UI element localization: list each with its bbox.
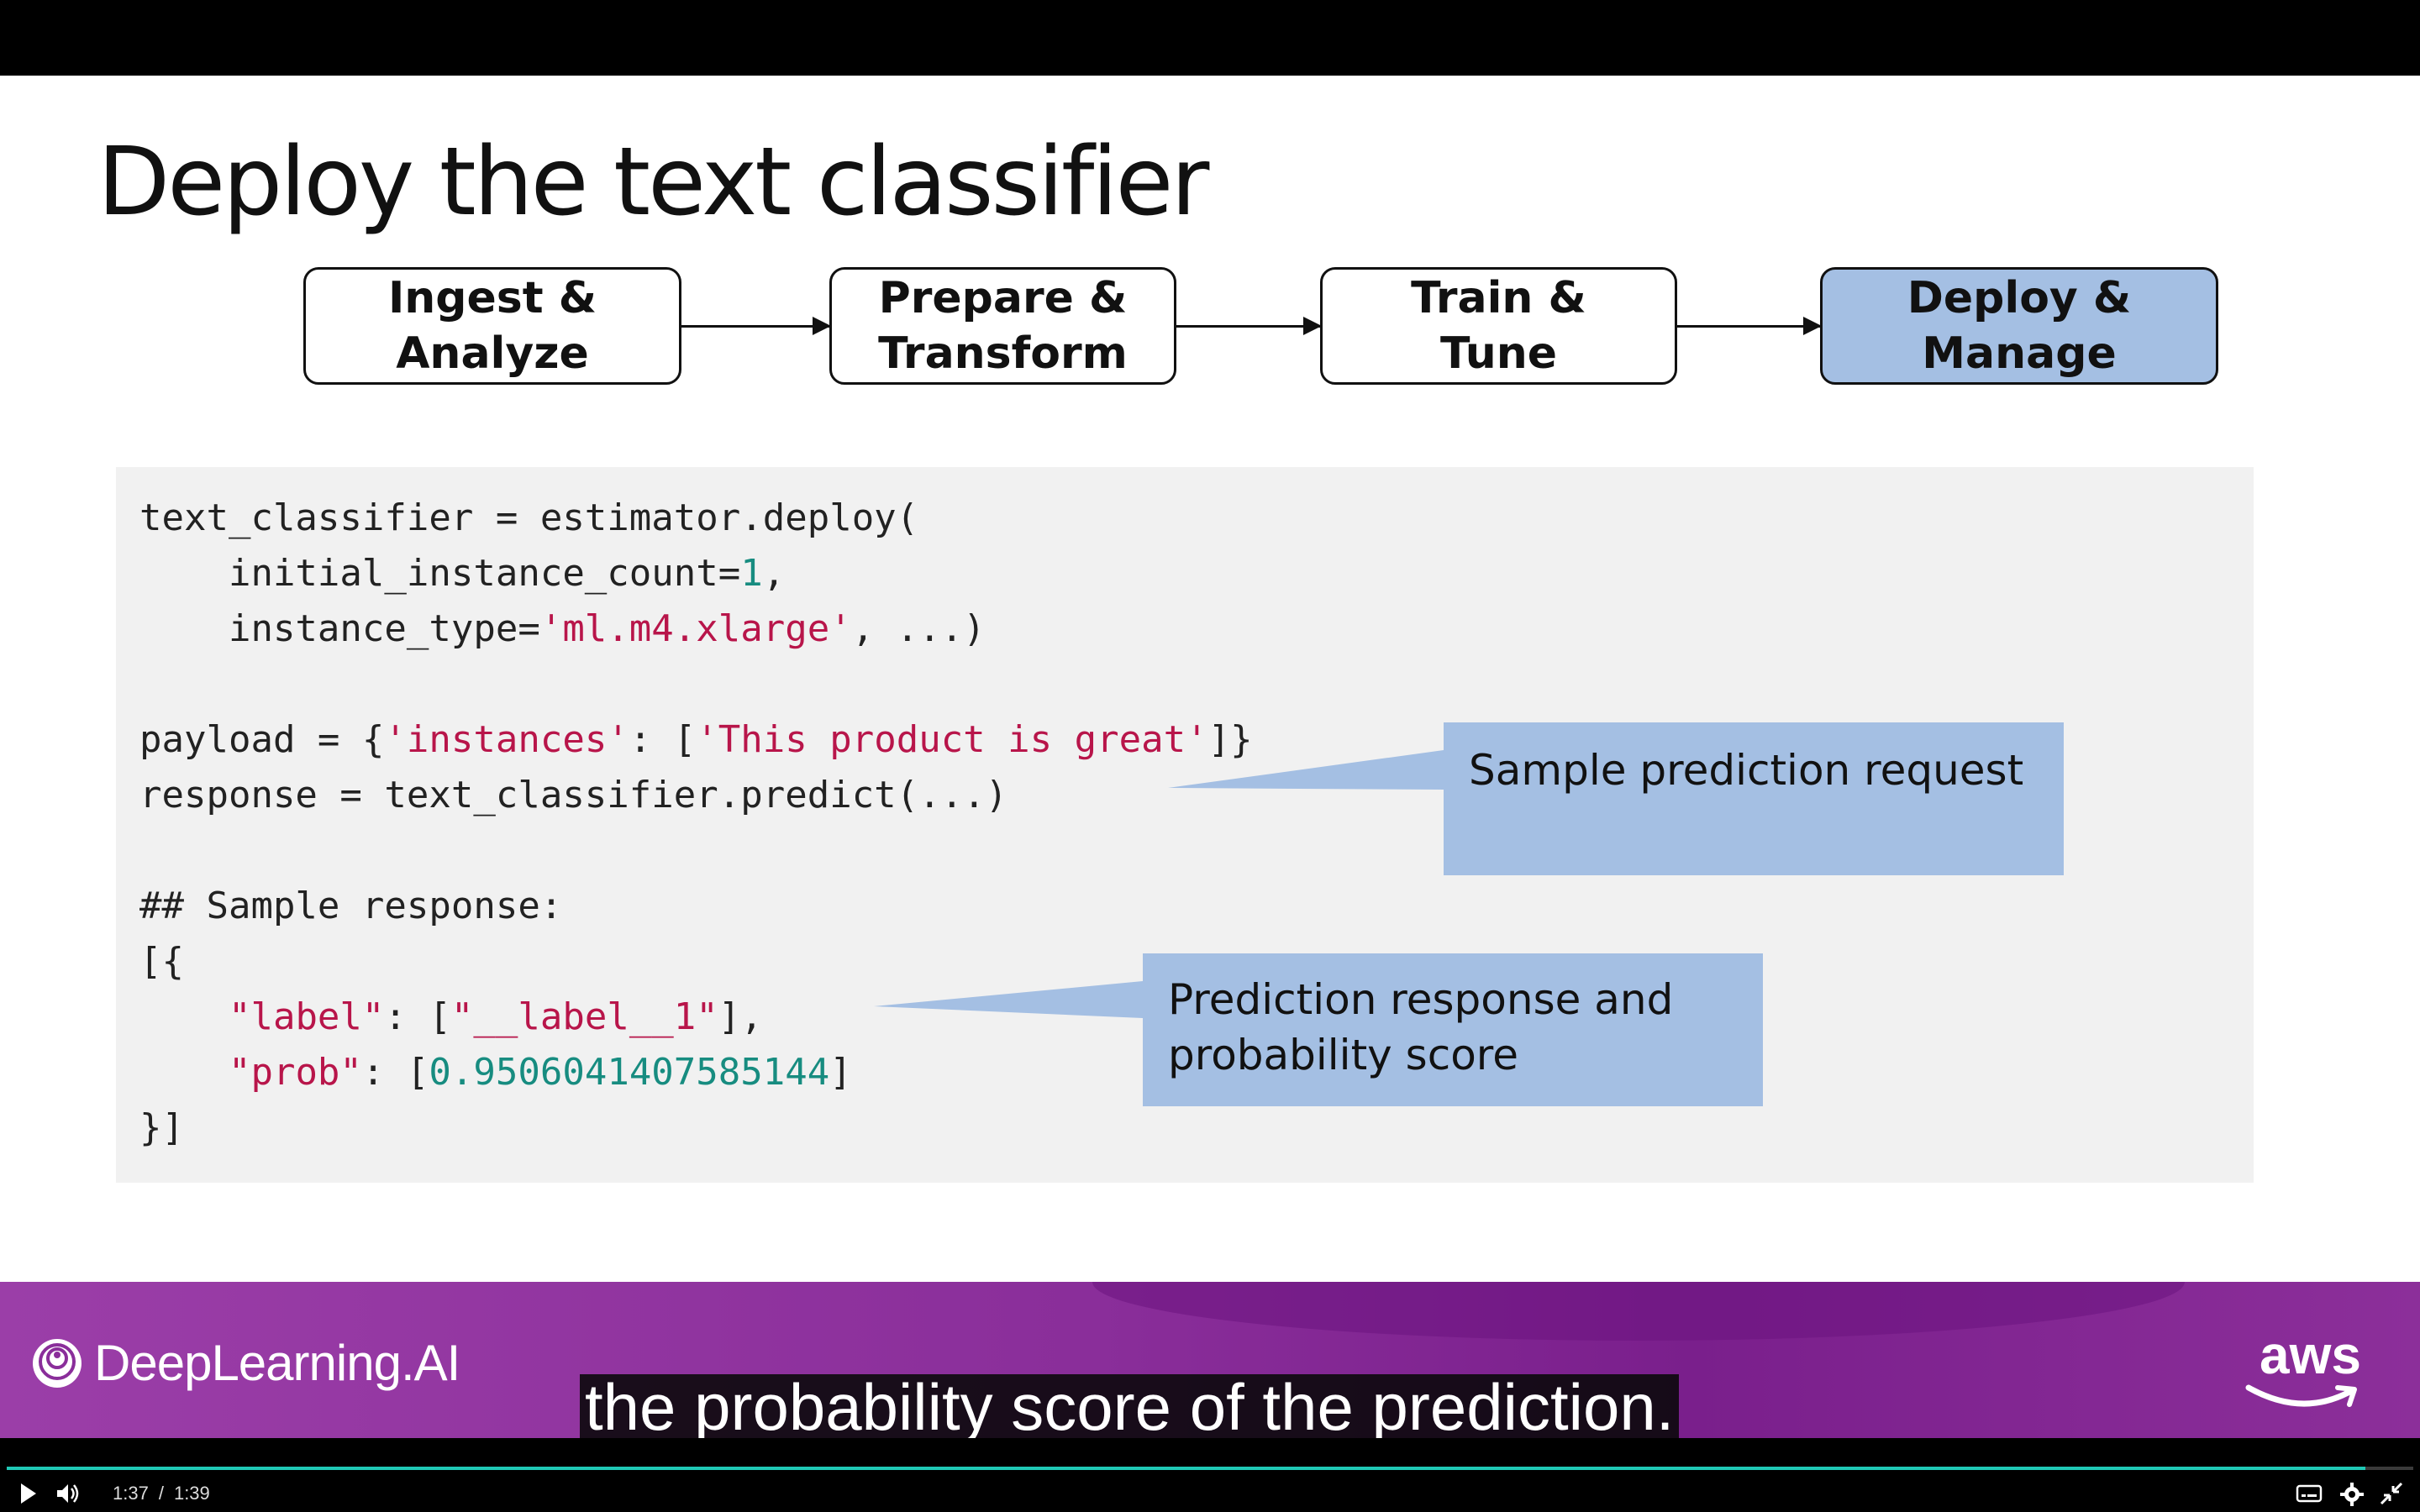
progress-fill (7, 1467, 2365, 1470)
slide: Deploy the text classifier Ingest & Anal… (0, 76, 2420, 1282)
brand-name: DeepLearning.AI (94, 1335, 460, 1391)
duration: 1:39 (173, 1483, 210, 1504)
current-time: 1:37 (113, 1483, 149, 1504)
banner-decoration (1092, 1282, 2185, 1341)
progress-bar[interactable] (7, 1467, 2413, 1470)
time-display: 1:37 / 1:39 (108, 1482, 215, 1505)
deeplearning-logo-icon (33, 1338, 82, 1388)
settings-icon[interactable] (2339, 1482, 2365, 1507)
captions-icon[interactable] (2296, 1482, 2323, 1505)
callout-pointer-response (874, 981, 1143, 1018)
callout-request: Sample prediction request (1444, 722, 2064, 875)
deeplearning-logo: DeepLearning.AI (30, 1334, 460, 1392)
time-separator: / (158, 1483, 164, 1504)
video-controls: 1:37 / 1:39 (0, 1438, 2420, 1512)
callout-response: Prediction response and probability scor… (1143, 953, 1763, 1106)
fullscreen-exit-icon[interactable] (2380, 1482, 2403, 1505)
play-icon[interactable] (18, 1482, 39, 1505)
callout-pointer-request (1168, 750, 1444, 790)
aws-logo: aws (2260, 1325, 2361, 1385)
volume-icon[interactable] (55, 1482, 81, 1505)
subtitle-caption: the probability score of the prediction. (580, 1374, 1680, 1440)
aws-smile-icon (2245, 1384, 2357, 1407)
